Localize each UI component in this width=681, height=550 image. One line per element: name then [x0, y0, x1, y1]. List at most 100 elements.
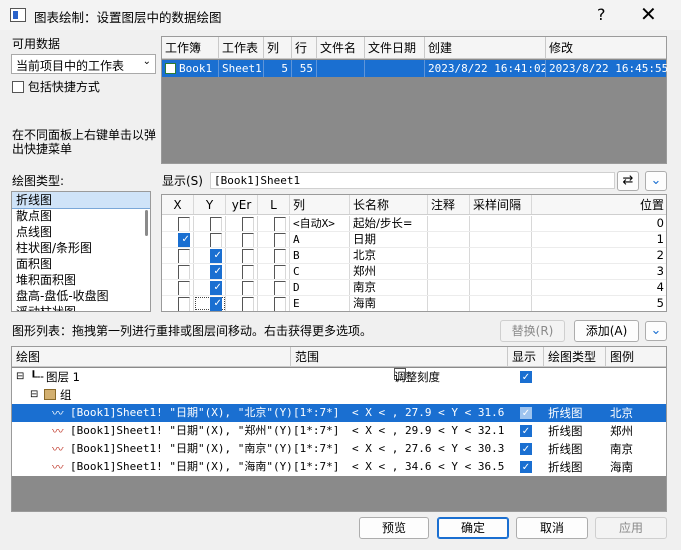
data-source-combo[interactable]: 当前项目中的工作表 ⌄ — [11, 54, 156, 74]
plot-show-checkbox[interactable] — [520, 425, 532, 437]
col-header-position[interactable]: 位置 — [532, 195, 666, 214]
include-shortcut-checkbox[interactable] — [12, 81, 24, 93]
layer-tree[interactable]: 绘图 范围 显示 绘图类型 图例 ⊟ ┖╌ 图层 1 调整刻度 ⊟ 组 〰 [B… — [11, 346, 667, 512]
collapse-icon[interactable]: ⊟ — [30, 386, 38, 404]
plot-row[interactable]: 〰 [Book1]Sheet1! "日期"(X), "北京"(Y) [1*:7*… — [12, 404, 666, 422]
list-item[interactable]: 面积图 — [12, 256, 150, 272]
l-checkbox[interactable] — [273, 281, 286, 295]
cancel-button[interactable]: 取消 — [516, 517, 588, 539]
layer-row[interactable]: ⊟ ┖╌ 图层 1 调整刻度 — [12, 368, 666, 386]
y-checkbox[interactable] — [209, 217, 222, 231]
col-header-longname[interactable]: 长名称 — [350, 195, 428, 214]
table-row[interactable]: E 海南 5 — [162, 296, 666, 311]
list-item[interactable]: 盘高-盘低-收盘图 — [12, 288, 150, 304]
group-row[interactable]: ⊟ 组 — [12, 386, 666, 404]
plot-type-list[interactable]: 折线图 散点图 点线图 柱状图/条形图 面积图 堆积面积图 盘高-盘低-收盘图 … — [11, 191, 151, 312]
replace-button[interactable]: 替换(R) — [500, 320, 565, 342]
y-checkbox[interactable] — [209, 249, 222, 263]
close-button[interactable]: ✕ — [640, 2, 657, 26]
l-checkbox[interactable] — [273, 265, 286, 279]
plot-type-label: 绘图类型: — [12, 174, 65, 188]
col-header-show[interactable]: 显示 — [508, 347, 544, 366]
col-header-columns[interactable]: 列 — [264, 37, 292, 58]
y-checkbox[interactable] — [209, 233, 222, 247]
x-checkbox[interactable] — [177, 233, 190, 247]
show-button[interactable]: 显示(S) — [162, 172, 203, 189]
plot-show-checkbox[interactable] — [520, 407, 532, 419]
col-header-rows[interactable]: 行 — [292, 37, 317, 58]
yer-checkbox[interactable] — [241, 233, 254, 247]
data-source-value: 当前项目中的工作表 — [16, 59, 125, 73]
y-checkbox[interactable] — [209, 265, 222, 279]
col-header-sampling[interactable]: 采样间隔 — [470, 195, 532, 214]
table-row[interactable]: A 日期 1 — [162, 232, 666, 248]
list-item[interactable]: 浮动柱状图 — [12, 304, 150, 311]
plot-row[interactable]: 〰 [Book1]Sheet1! "日期"(X), "海南"(Y) [1*:7*… — [12, 458, 666, 476]
add-button[interactable]: 添加(A) — [574, 320, 639, 342]
col-header-comment[interactable]: 注释 — [428, 195, 470, 214]
x-checkbox[interactable] — [177, 265, 190, 279]
table-row[interactable]: B 北京 2 — [162, 248, 666, 264]
col-header-filename[interactable]: 文件名 — [317, 37, 365, 58]
x-checkbox[interactable] — [177, 281, 190, 295]
col-header-column[interactable]: 列 — [290, 195, 350, 214]
y-checkbox[interactable] — [209, 297, 222, 311]
yer-checkbox[interactable] — [241, 297, 254, 311]
y-checkbox[interactable] — [209, 281, 222, 295]
position-cell: 5 — [656, 296, 664, 310]
layer-show-checkbox[interactable] — [520, 371, 532, 383]
created-cell: 2023/8/22 16:41:02 — [425, 60, 546, 77]
col-header-modified[interactable]: 修改 — [546, 37, 668, 58]
workbook-table[interactable]: 工作簿 工作表 列 行 文件名 文件日期 创建 修改 Book1 Sheet1 … — [161, 36, 668, 164]
list-item[interactable]: 散点图 — [12, 208, 150, 224]
preview-button[interactable]: 预览 — [359, 517, 429, 539]
col-header-worksheet[interactable]: 工作表 — [219, 37, 264, 58]
list-item[interactable]: 点线图 — [12, 224, 150, 240]
include-shortcut-row[interactable]: 包括快捷方式 — [12, 78, 100, 95]
col-header-plot-type[interactable]: 绘图类型 — [544, 347, 606, 366]
l-checkbox[interactable] — [273, 249, 286, 263]
apply-button[interactable]: 应用 — [595, 517, 667, 539]
expand-down-icon[interactable]: ⌄ — [645, 171, 667, 191]
col-header-l[interactable]: L — [258, 195, 290, 214]
plot-show-checkbox[interactable] — [520, 443, 532, 455]
col-header-y[interactable]: Y — [194, 195, 226, 214]
collapse-icon[interactable]: ⊟ — [16, 368, 24, 386]
col-header-created[interactable]: 创建 — [425, 37, 546, 58]
col-header-filedate[interactable]: 文件日期 — [365, 37, 425, 58]
plot-row[interactable]: 〰 [Book1]Sheet1! "日期"(X), "郑州"(Y) [1*:7*… — [12, 422, 666, 440]
list-item[interactable]: 柱状图/条形图 — [12, 240, 150, 256]
yer-checkbox[interactable] — [241, 281, 254, 295]
x-checkbox[interactable] — [177, 217, 190, 231]
plot-row[interactable]: 〰 [Book1]Sheet1! "日期"(X), "南京"(Y) [1*:7*… — [12, 440, 666, 458]
x-checkbox[interactable] — [177, 297, 190, 311]
col-header-x[interactable]: X — [162, 195, 194, 214]
yer-checkbox[interactable] — [241, 217, 254, 231]
swap-icon[interactable]: ⇄ — [617, 171, 639, 191]
col-header-plot[interactable]: 绘图 — [12, 347, 291, 366]
col-header-workbook[interactable]: 工作簿 — [162, 37, 219, 58]
table-row[interactable]: D 南京 4 — [162, 280, 666, 296]
column-grid[interactable]: X Y yEr L 列 长名称 注释 采样间隔 位置 <自动X> 起始/步长= … — [161, 194, 667, 312]
ok-button[interactable]: 确定 — [437, 517, 509, 539]
col-header-yer[interactable]: yEr — [226, 195, 258, 214]
yer-checkbox[interactable] — [241, 249, 254, 263]
available-data-label: 可用数据 — [12, 37, 61, 51]
plot-type-scrollbar[interactable] — [145, 210, 148, 236]
table-row[interactable]: Book1 Sheet1 5 55 2023/8/22 16:41:02 202… — [162, 60, 668, 77]
l-checkbox[interactable] — [273, 217, 286, 231]
col-header-legend[interactable]: 图例 — [606, 347, 666, 366]
list-item[interactable]: 堆积面积图 — [12, 272, 150, 288]
yer-checkbox[interactable] — [241, 265, 254, 279]
help-button[interactable]: ? — [597, 5, 606, 24]
list-item[interactable]: 折线图 — [12, 192, 150, 209]
expand-down-icon[interactable]: ⌄ — [645, 321, 667, 341]
sampling-cell — [470, 248, 532, 263]
plot-show-checkbox[interactable] — [520, 461, 532, 473]
table-row[interactable]: C 郑州 3 — [162, 264, 666, 280]
l-checkbox[interactable] — [273, 297, 286, 311]
x-checkbox[interactable] — [177, 249, 190, 263]
col-header-range[interactable]: 范围 — [291, 347, 508, 366]
table-row[interactable]: <自动X> 起始/步长= 0 — [162, 216, 666, 232]
l-checkbox[interactable] — [273, 233, 286, 247]
